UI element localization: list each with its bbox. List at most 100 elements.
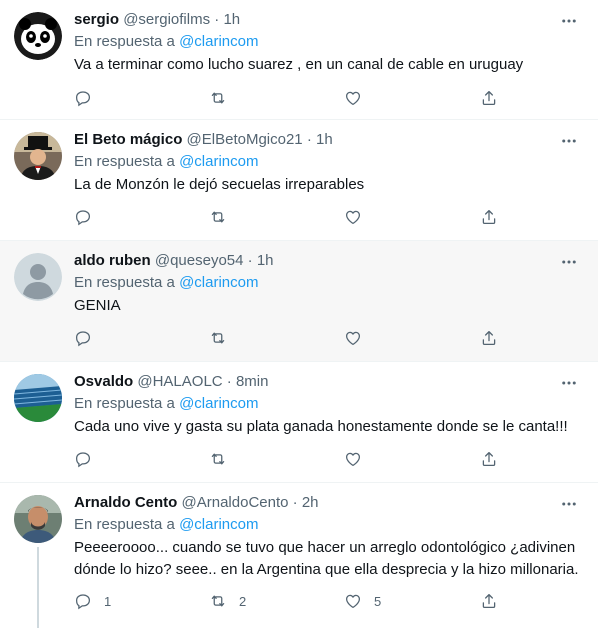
thread-line (37, 547, 39, 628)
retweet-button[interactable] (209, 449, 239, 469)
separator: · (214, 11, 220, 28)
tweet-text: Cada uno vive y gasta su plata ganada ho… (74, 418, 568, 435)
like-button[interactable] (344, 449, 374, 469)
user-handle[interactable]: @HALAOLC (137, 373, 222, 390)
timestamp[interactable]: 1h (316, 131, 333, 148)
reply-context: En respuesta a @clarincom (74, 515, 259, 535)
reply-button[interactable]: 1 (74, 591, 111, 611)
reply-to-link[interactable]: @clarincom (179, 153, 258, 170)
tweet-actions (74, 88, 504, 108)
user-handle[interactable]: @ArnaldoCento (182, 494, 289, 511)
like-button[interactable] (344, 207, 374, 227)
tweet[interactable]: Osvaldo @HALAOLC · 8min En respuesta a @… (0, 362, 598, 483)
reply-to-link[interactable]: @clarincom (179, 274, 258, 291)
timestamp[interactable]: 8min (236, 373, 269, 390)
heart-icon (345, 331, 361, 346)
retweet-button[interactable] (209, 88, 239, 108)
heart-icon (345, 91, 361, 106)
reply-prefix: En respuesta a (74, 274, 175, 291)
reply-to-link[interactable]: @clarincom (179, 395, 258, 412)
tweet[interactable]: sergio @sergiofilms · 1h En respuesta a … (0, 0, 598, 120)
retweet-icon (211, 332, 225, 344)
timestamp[interactable]: 1h (257, 252, 274, 269)
like-button[interactable] (344, 328, 374, 348)
default-avatar[interactable] (14, 253, 62, 301)
tweet-actions (74, 207, 504, 227)
tweet[interactable]: El Beto mágico @ElBetoMgico21 · 1h En re… (0, 120, 598, 241)
reply-context: En respuesta a @clarincom (74, 152, 259, 172)
retweet-button[interactable] (209, 328, 239, 348)
heart-icon (345, 594, 361, 609)
tweet-header: El Beto mágico @ElBetoMgico21 · 1h (74, 130, 333, 150)
reply-to-link[interactable]: @clarincom (179, 33, 258, 50)
reply-icon (75, 91, 91, 107)
share-icon (482, 593, 496, 609)
tweet-header: Arnaldo Cento @ArnaldoCento · 2h (74, 493, 319, 513)
retweet-icon (211, 92, 225, 104)
tweet-actions: 1 2 5 (74, 591, 504, 611)
tophat-avatar[interactable] (14, 132, 62, 180)
share-button[interactable] (480, 328, 498, 348)
reply-button[interactable] (74, 328, 104, 348)
user-handle[interactable]: @sergiofilms (123, 11, 210, 28)
share-icon (482, 451, 496, 467)
reply-to-link[interactable]: @clarincom (179, 516, 258, 533)
stadium-avatar[interactable] (14, 374, 62, 422)
user-handle[interactable]: @ElBetoMgico21 (187, 131, 303, 148)
separator: · (247, 252, 253, 269)
display-name[interactable]: Arnaldo Cento (74, 494, 177, 511)
share-button[interactable] (480, 207, 498, 227)
tweet-feed: sergio @sergiofilms · 1h En respuesta a … (0, 0, 598, 628)
more-options-icon[interactable] (560, 495, 578, 513)
tweet-actions (74, 328, 504, 348)
share-icon (482, 90, 496, 106)
separator: · (226, 373, 232, 390)
heart-icon (345, 210, 361, 225)
tweet[interactable]: aldo ruben @queseyo54 · 1h En respuesta … (0, 241, 598, 362)
share-button[interactable] (480, 449, 498, 469)
retweet-button[interactable] (209, 207, 239, 227)
display-name[interactable]: sergio (74, 11, 119, 28)
heart-icon (345, 452, 361, 467)
reply-prefix: En respuesta a (74, 395, 175, 412)
panda-avatar[interactable] (14, 12, 62, 60)
reply-button[interactable] (74, 449, 104, 469)
reply-count: 1 (104, 593, 112, 609)
display-name[interactable]: Osvaldo (74, 373, 133, 390)
user-handle[interactable]: @queseyo54 (155, 252, 244, 269)
tweet-header: sergio @sergiofilms · 1h (74, 10, 240, 30)
like-button[interactable]: 5 (344, 591, 381, 611)
share-button[interactable] (480, 591, 498, 611)
retweet-button[interactable]: 2 (209, 591, 246, 611)
reply-prefix: En respuesta a (74, 153, 175, 170)
retweet-icon (211, 453, 225, 465)
reply-button[interactable] (74, 88, 104, 108)
share-button[interactable] (480, 88, 498, 108)
reply-prefix: En respuesta a (74, 516, 175, 533)
man-avatar[interactable] (14, 495, 62, 543)
share-icon (482, 209, 496, 225)
more-options-icon[interactable] (560, 132, 578, 150)
tweet-text: GENIA (74, 297, 121, 314)
timestamp[interactable]: 2h (302, 494, 319, 511)
retweet-icon (211, 595, 225, 607)
retweet-icon (211, 211, 225, 223)
more-options-icon[interactable] (560, 12, 578, 30)
reply-context: En respuesta a @clarincom (74, 273, 259, 293)
like-count: 5 (374, 593, 382, 609)
share-icon (482, 330, 496, 346)
tweet[interactable]: Arnaldo Cento @ArnaldoCento · 2h En resp… (0, 483, 598, 628)
tweet-actions (74, 449, 504, 469)
tweet-header: Osvaldo @HALAOLC · 8min (74, 372, 268, 392)
reply-icon (75, 594, 91, 610)
display-name[interactable]: aldo ruben (74, 252, 151, 269)
more-options-icon[interactable] (560, 253, 578, 271)
timestamp[interactable]: 1h (223, 11, 240, 28)
reply-button[interactable] (74, 207, 104, 227)
tweet-text: Va a terminar como lucho suarez , en un … (74, 56, 524, 73)
reply-prefix: En respuesta a (74, 33, 175, 50)
reply-icon (75, 452, 91, 468)
display-name[interactable]: El Beto mágico (74, 131, 182, 148)
like-button[interactable] (344, 88, 374, 108)
more-options-icon[interactable] (560, 374, 578, 392)
